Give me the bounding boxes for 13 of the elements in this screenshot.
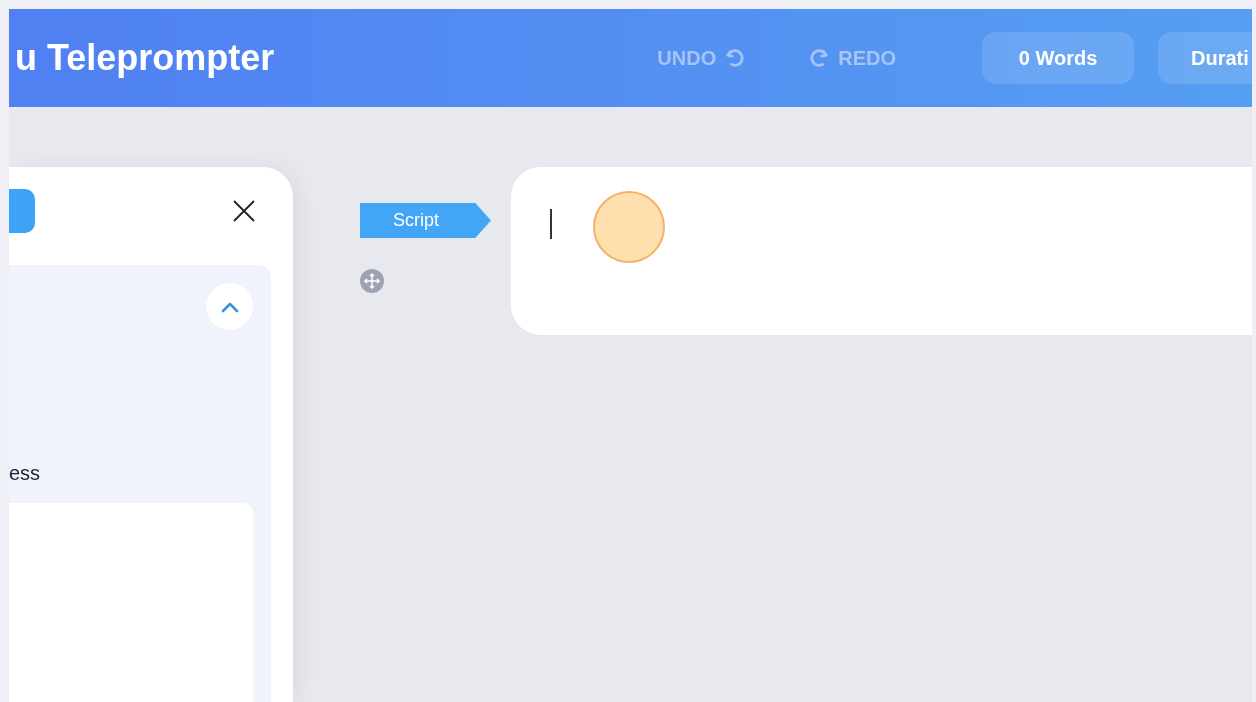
close-icon[interactable] — [233, 200, 255, 222]
duration-button[interactable]: Durati — [1158, 32, 1252, 84]
undo-icon — [724, 47, 747, 69]
redo-icon — [808, 47, 831, 69]
move-handle-icon[interactable] — [360, 269, 384, 293]
action-button[interactable] — [9, 189, 35, 233]
text-cursor — [550, 209, 552, 239]
script-tag[interactable]: Script — [360, 203, 491, 238]
chevron-icon — [220, 300, 239, 313]
word-count-button[interactable]: 0 Words — [982, 32, 1134, 84]
collapse-button[interactable] — [206, 283, 253, 330]
app-title: u Teleprompter — [15, 37, 275, 79]
section-label: ess — [9, 462, 42, 485]
